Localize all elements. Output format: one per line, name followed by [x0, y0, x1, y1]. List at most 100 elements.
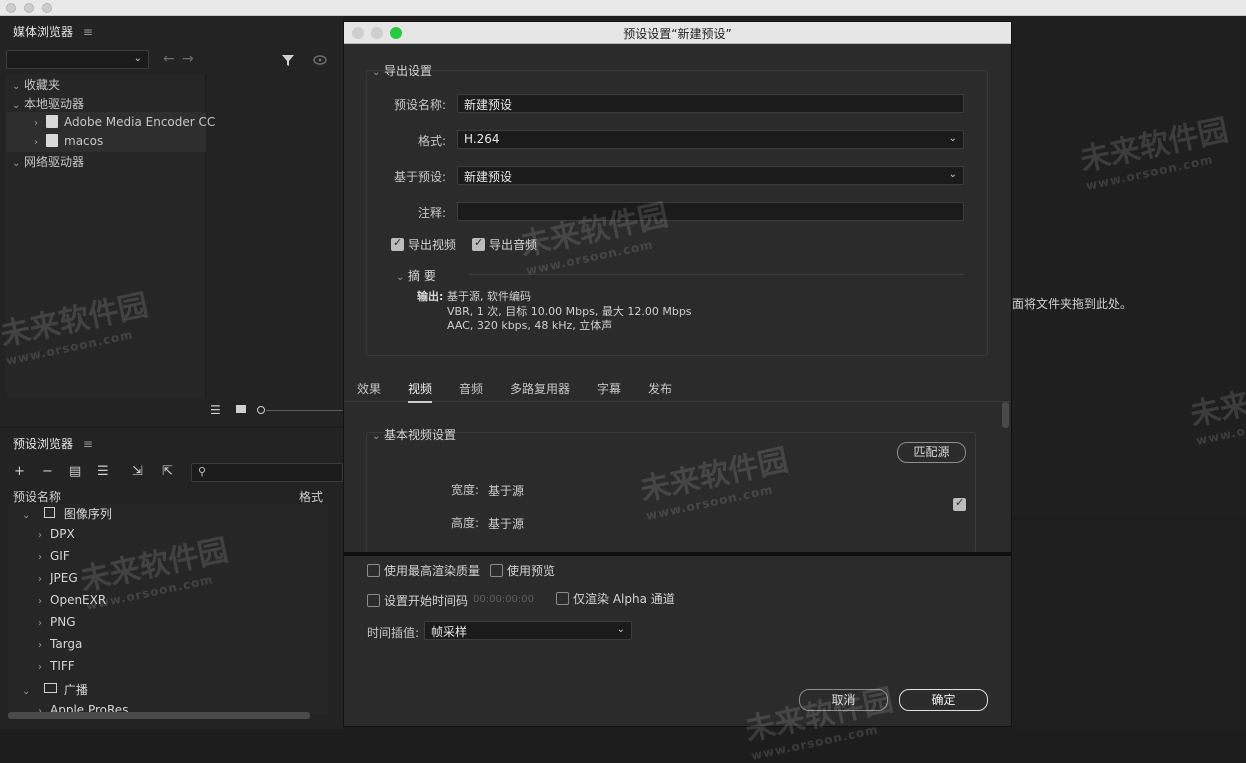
- render-alpha-only-label: 仅渲染 Alpha 通道: [573, 592, 675, 606]
- based-on-preset-label: 基于预设:: [393, 170, 446, 184]
- section-label: 基本视频设置: [384, 428, 457, 442]
- output-line-3: AAC, 320 kbps, 48 kHz, 立体声: [447, 319, 613, 332]
- use-previews-checkbox[interactable]: [490, 564, 503, 577]
- add-preset-icon[interactable]: +: [14, 464, 25, 479]
- tree-item-network-drives[interactable]: ⌄ 网络驱动器: [12, 153, 84, 170]
- chevron-down-icon[interactable]: ⌄: [12, 81, 24, 92]
- tab-effects[interactable]: 效果: [357, 380, 381, 397]
- timecode-value[interactable]: 00:00:00:00: [473, 594, 534, 605]
- preset-settings-icon[interactable]: ☰: [97, 464, 109, 479]
- chevron-right-icon[interactable]: ›: [38, 574, 50, 585]
- chevron-right-icon[interactable]: ›: [38, 530, 50, 541]
- window-minimize-button[interactable]: [24, 3, 34, 13]
- chevron-down-icon: ⌄: [948, 133, 957, 144]
- new-group-icon[interactable]: ▤: [69, 464, 81, 479]
- based-on-preset-select[interactable]: 新建预设 ⌄: [457, 166, 964, 185]
- set-start-timecode-checkbox[interactable]: [367, 594, 380, 607]
- ok-button[interactable]: 确定: [899, 689, 988, 711]
- search-icon: ⚲: [198, 465, 207, 478]
- summary-divider: [469, 274, 964, 275]
- match-source-button[interactable]: 匹配源: [897, 442, 966, 463]
- tree-label: macos: [64, 134, 104, 148]
- zoom-slider-handle[interactable]: [257, 406, 265, 414]
- format-select[interactable]: H.264 ⌄: [457, 130, 964, 149]
- tab-captions[interactable]: 字幕: [597, 380, 621, 397]
- chevron-down-icon[interactable]: ⌄: [12, 158, 24, 169]
- time-interpolation-select[interactable]: 帧采样 ⌄: [424, 621, 632, 640]
- preset-group-image-sequence[interactable]: ⌄ 图像序列: [22, 505, 112, 522]
- preset-group-broadcast[interactable]: ⌄ 广播: [22, 681, 88, 698]
- preset-browser-panel: 预设浏览器 ≡ + − ▤ ☰ ⇲ ⇱ ⚲ 预设名称 格式 ⌄ 图像序列 › DP…: [0, 428, 343, 729]
- panel-menu-icon[interactable]: ≡: [83, 437, 93, 451]
- horizontal-scrollbar[interactable]: [8, 712, 310, 719]
- preset-item[interactable]: › JPEG: [38, 571, 78, 585]
- tree-item-drive[interactable]: › Adobe Media Encoder CC: [34, 115, 215, 129]
- list-view-icon[interactable]: ☰: [210, 403, 221, 417]
- preset-item[interactable]: › Targa: [38, 637, 82, 651]
- tree-item-local-drives[interactable]: ⌄ 本地驱动器: [12, 95, 84, 112]
- import-preset-icon[interactable]: ⇲: [132, 464, 143, 479]
- column-header-name[interactable]: 预设名称: [13, 488, 61, 505]
- chevron-down-icon[interactable]: ⌄: [22, 686, 34, 697]
- max-render-quality-checkbox[interactable]: [367, 564, 380, 577]
- drive-icon: [46, 115, 58, 128]
- comment-input[interactable]: [457, 202, 964, 221]
- column-header-format[interactable]: 格式: [299, 488, 323, 505]
- chevron-down-icon[interactable]: ⌄: [372, 67, 384, 78]
- chevron-down-icon[interactable]: ⌄: [22, 510, 34, 521]
- export-video-checkbox[interactable]: [391, 236, 404, 251]
- preset-label: OpenEXR: [50, 593, 107, 607]
- preset-label: PNG: [50, 615, 76, 629]
- group-label: 图像序列: [63, 507, 112, 521]
- export-video-label: 导出视频: [408, 238, 457, 252]
- export-audio-checkbox[interactable]: [472, 236, 485, 251]
- tab-audio[interactable]: 音频: [459, 380, 483, 397]
- preset-item[interactable]: › TIFF: [38, 659, 75, 673]
- chevron-right-icon[interactable]: ›: [38, 596, 50, 607]
- export-settings-heading[interactable]: ⌄ 导出设置: [372, 62, 432, 79]
- preset-item[interactable]: › GIF: [38, 549, 70, 563]
- time-interpolation-label: 时间插值:: [367, 626, 420, 640]
- location-dropdown[interactable]: ⌄: [6, 50, 149, 69]
- window-close-button[interactable]: [6, 3, 16, 13]
- chevron-right-icon[interactable]: ›: [38, 618, 50, 629]
- constrain-proportions-checkbox[interactable]: [953, 496, 966, 511]
- chevron-right-icon[interactable]: ›: [34, 118, 46, 129]
- settings-scrollbar[interactable]: [1002, 402, 1009, 428]
- preset-item[interactable]: › OpenEXR: [38, 593, 106, 607]
- tree-item-drive[interactable]: › macos: [34, 134, 103, 148]
- tab-publish[interactable]: 发布: [648, 380, 672, 397]
- render-alpha-only-checkbox[interactable]: [556, 592, 569, 605]
- chevron-right-icon[interactable]: ›: [34, 137, 46, 148]
- preset-item[interactable]: › PNG: [38, 615, 76, 629]
- preset-search-input[interactable]: ⚲: [191, 463, 343, 482]
- tree-label: Adobe Media Encoder CC: [64, 115, 216, 129]
- preset-label: Targa: [50, 637, 83, 651]
- cancel-button[interactable]: 取消: [799, 689, 888, 711]
- tab-multiplexer[interactable]: 多路复用器: [510, 380, 570, 397]
- export-preset-icon[interactable]: ⇱: [162, 464, 173, 479]
- panel-menu-icon[interactable]: ≡: [83, 25, 93, 39]
- filter-icon[interactable]: [281, 53, 295, 67]
- basic-video-heading[interactable]: ⌄ 基本视频设置: [372, 426, 456, 443]
- chevron-down-icon[interactable]: ⌄: [396, 272, 408, 283]
- settings-tabs: 效果 视频 音频 多路复用器 字幕 发布: [344, 372, 1011, 403]
- forward-arrow-icon[interactable]: →: [182, 51, 194, 67]
- tab-video[interactable]: 视频: [408, 380, 433, 403]
- chevron-right-icon[interactable]: ›: [38, 640, 50, 651]
- summary-heading[interactable]: ⌄ 摘 要: [396, 267, 436, 284]
- chevron-right-icon[interactable]: ›: [38, 662, 50, 673]
- icon-view-icon[interactable]: [236, 405, 246, 413]
- tree-item-favorites[interactable]: ⌄ 收藏夹: [12, 76, 60, 93]
- chevron-down-icon[interactable]: ⌄: [372, 431, 384, 442]
- chevron-right-icon[interactable]: ›: [38, 552, 50, 563]
- chevron-down-icon[interactable]: ⌄: [12, 100, 24, 111]
- preset-item[interactable]: › DPX: [38, 527, 75, 541]
- view-eye-icon[interactable]: [313, 54, 327, 66]
- remove-preset-icon[interactable]: −: [42, 464, 53, 479]
- preset-name-input[interactable]: 新建预设: [457, 94, 964, 113]
- media-browser-title: 媒体浏览器: [13, 25, 74, 39]
- window-zoom-button[interactable]: [42, 3, 52, 13]
- back-arrow-icon[interactable]: ←: [163, 51, 175, 67]
- zoom-slider-track[interactable]: [266, 410, 343, 411]
